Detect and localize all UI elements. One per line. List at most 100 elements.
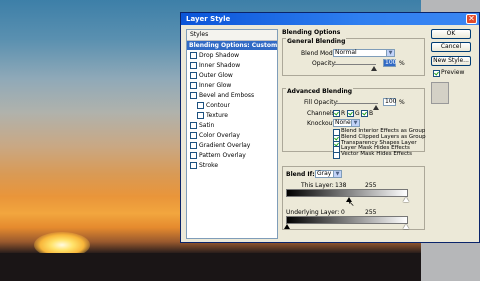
opacity-slider-track[interactable]	[333, 64, 376, 65]
style-checkbox[interactable]	[190, 162, 197, 169]
styles-item-label: Inner Shadow	[199, 62, 241, 69]
styles-item-drop-shadow[interactable]: Drop Shadow	[187, 51, 277, 60]
chevron-down-icon: ▼	[351, 120, 359, 126]
cancel-button-label: Cancel	[440, 43, 462, 50]
channel-g-checkbox[interactable]	[347, 110, 354, 117]
cancel-button[interactable]: Cancel	[431, 42, 471, 52]
blend-if-label: Blend If:	[286, 171, 315, 178]
channel-b-label: B	[369, 110, 374, 117]
opacity-value: 100	[385, 59, 397, 66]
general-blending-title: General Blending	[286, 38, 347, 45]
opacity-slider-thumb[interactable]	[371, 66, 377, 71]
blend-if-group: Blend If: Gray ▼ This Layer: 138 255 ↖ U…	[282, 166, 425, 230]
styles-item-inner-shadow[interactable]: Inner Shadow	[187, 61, 277, 70]
new-style-button-label: New Style...	[433, 57, 469, 64]
styles-item-label: Texture	[206, 112, 228, 119]
style-checkbox[interactable]	[190, 132, 197, 139]
close-button[interactable]: ✕	[466, 14, 477, 24]
styles-item-label: Drop Shadow	[199, 52, 240, 59]
dialog-titlebar[interactable]: Layer Style ✕	[181, 13, 479, 25]
styles-item-label: Outer Glow	[199, 72, 233, 79]
styles-item-stroke[interactable]: Stroke	[187, 161, 277, 170]
underlying-high-value: 255	[365, 209, 377, 216]
opacity-input[interactable]: 100	[383, 59, 396, 67]
blend-if-value: Gray	[317, 170, 332, 177]
fill-opacity-unit: %	[399, 99, 405, 106]
advanced-blending-title: Advanced Blending	[286, 88, 354, 95]
knockout-select[interactable]: None ▼	[333, 119, 360, 127]
style-checkbox[interactable]	[197, 102, 204, 109]
styles-item-label: Pattern Overlay	[199, 152, 246, 159]
styles-item-label: Stroke	[199, 162, 219, 169]
ok-button[interactable]: OK	[431, 29, 471, 39]
style-checkbox[interactable]	[197, 112, 204, 119]
channel-r-label: R	[341, 110, 346, 117]
styles-item-inner-glow[interactable]: Inner Glow	[187, 81, 277, 90]
fill-opacity-value: 100	[385, 98, 397, 105]
dialog-title: Layer Style	[186, 15, 231, 23]
underlying-high-thumb[interactable]	[403, 224, 409, 229]
cursor-icon: ↖	[348, 199, 355, 208]
styles-item-gradient-overlay[interactable]: Gradient Overlay	[187, 141, 277, 150]
style-checkbox[interactable]	[190, 52, 197, 59]
style-checkbox[interactable]	[190, 92, 197, 99]
this-layer-gradient	[286, 189, 408, 197]
blend-mode-select[interactable]: Normal ▼	[333, 49, 395, 57]
styles-item-outer-glow[interactable]: Outer Glow	[187, 71, 277, 80]
style-checkbox[interactable]	[190, 82, 197, 89]
styles-header[interactable]: Styles	[187, 30, 277, 41]
style-checkbox[interactable]	[190, 142, 197, 149]
close-icon: ✕	[468, 14, 475, 23]
styles-item-label: Contour	[206, 102, 230, 109]
chevron-down-icon: ▼	[333, 171, 341, 177]
style-checkbox[interactable]	[190, 122, 197, 129]
styles-item-label: Satin	[199, 122, 215, 129]
style-checkbox[interactable]	[190, 72, 197, 79]
channel-b-checkbox[interactable]	[361, 110, 368, 117]
advanced-option-checkbox[interactable]	[333, 152, 340, 160]
new-style-button[interactable]: New Style...	[431, 56, 471, 66]
blending-options-title: Blending Options	[282, 29, 341, 36]
styles-header-label: Styles	[190, 31, 209, 38]
advanced-blending-group: Advanced Blending Fill Opacity: 100 % Ch…	[282, 88, 426, 160]
opacity-unit: %	[399, 60, 405, 67]
knockout-value: None	[335, 119, 351, 126]
style-checkbox[interactable]	[190, 62, 197, 69]
underlying-low-value: 0	[341, 209, 345, 216]
styles-item-label: Bevel and Emboss	[199, 92, 255, 99]
styles-item-label: Color Overlay	[199, 132, 240, 139]
blending-options-group: Blending Options General Blending Blend …	[278, 29, 428, 239]
ok-button-label: OK	[446, 30, 456, 37]
styles-item-satin[interactable]: Satin	[187, 121, 277, 130]
channel-g-label: G	[355, 110, 360, 117]
style-checkbox[interactable]	[190, 152, 197, 159]
styles-item-texture[interactable]: Texture	[187, 111, 277, 120]
preview-swatch	[431, 82, 449, 104]
advanced-option-label: Vector Mask Hides Effects	[341, 151, 413, 158]
preview-label: Preview	[441, 69, 465, 76]
layer-style-dialog: Layer Style ✕ Styles Blending Options: C…	[180, 12, 480, 243]
styles-item-pattern-overlay[interactable]: Pattern Overlay	[187, 151, 277, 160]
styles-item-blending-options-custom[interactable]: Blending Options: Custom	[187, 41, 277, 50]
this-layer-label: This Layer:	[301, 182, 334, 189]
preview-checkbox[interactable]	[433, 70, 440, 77]
channel-r-checkbox[interactable]	[333, 110, 340, 117]
general-blending-group: General Blending Blend Mode: Normal ▼ Op…	[282, 38, 425, 76]
fill-opacity-input[interactable]: 100	[383, 98, 396, 106]
blend-mode-value: Normal	[335, 49, 357, 56]
underlying-layer-label: Underlying Layer:	[286, 209, 340, 216]
hills-silhouette	[0, 253, 421, 281]
fill-opacity-slider-track[interactable]	[335, 103, 378, 104]
this-layer-high-thumb[interactable]	[403, 197, 409, 202]
styles-item-label: Inner Glow	[199, 82, 232, 89]
blend-if-select[interactable]: Gray ▼	[315, 170, 342, 178]
styles-item-label: Gradient Overlay	[199, 142, 251, 149]
fill-opacity-slider-thumb[interactable]	[373, 105, 379, 110]
underlying-low-thumb[interactable]	[284, 224, 290, 229]
styles-item-label: Blending Options: Custom	[189, 42, 278, 49]
styles-item-color-overlay[interactable]: Color Overlay	[187, 131, 277, 140]
fill-opacity-label: Fill Opacity:	[304, 99, 339, 106]
styles-item-bevel-and-emboss[interactable]: Bevel and Emboss	[187, 91, 277, 100]
styles-item-contour[interactable]: Contour	[187, 101, 277, 110]
this-layer-high-value: 255	[365, 182, 377, 189]
